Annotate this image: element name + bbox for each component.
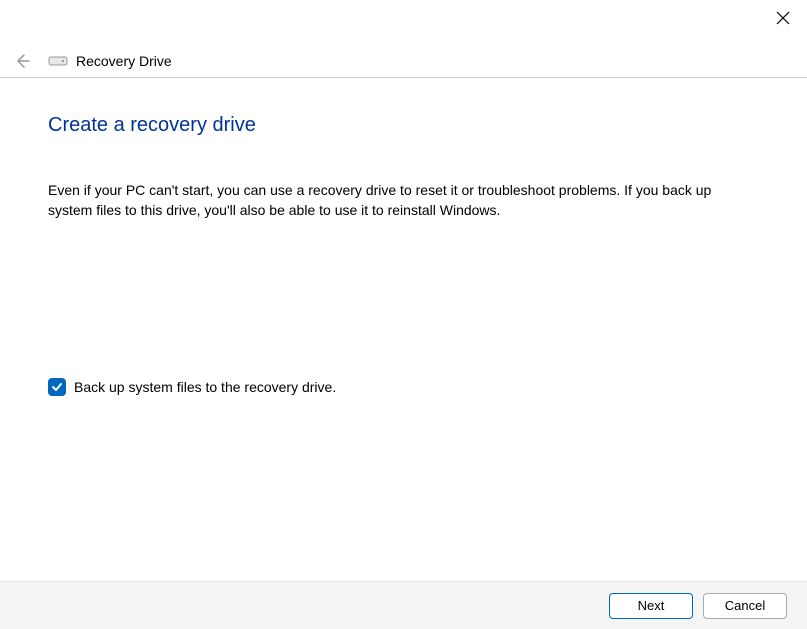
wizard-footer: Next Cancel	[0, 581, 807, 629]
header-title: Recovery Drive	[76, 53, 172, 69]
close-icon	[776, 11, 790, 25]
checkmark-icon	[51, 381, 63, 393]
back-button[interactable]	[10, 49, 34, 73]
drive-icon	[48, 54, 68, 68]
description-text: Even if your PC can't start, you can use…	[48, 181, 759, 220]
next-button[interactable]: Next	[609, 593, 693, 619]
cancel-button[interactable]: Cancel	[703, 593, 787, 619]
back-arrow-icon	[14, 53, 30, 69]
wizard-header: Recovery Drive	[0, 44, 807, 78]
close-button[interactable]	[773, 8, 793, 28]
content-area: Create a recovery drive Even if your PC …	[0, 78, 807, 581]
backup-checkbox-row: Back up system files to the recovery dri…	[48, 378, 759, 396]
page-title: Create a recovery drive	[48, 114, 759, 137]
backup-checkbox-label: Back up system files to the recovery dri…	[74, 379, 336, 395]
backup-checkbox[interactable]	[48, 378, 66, 396]
